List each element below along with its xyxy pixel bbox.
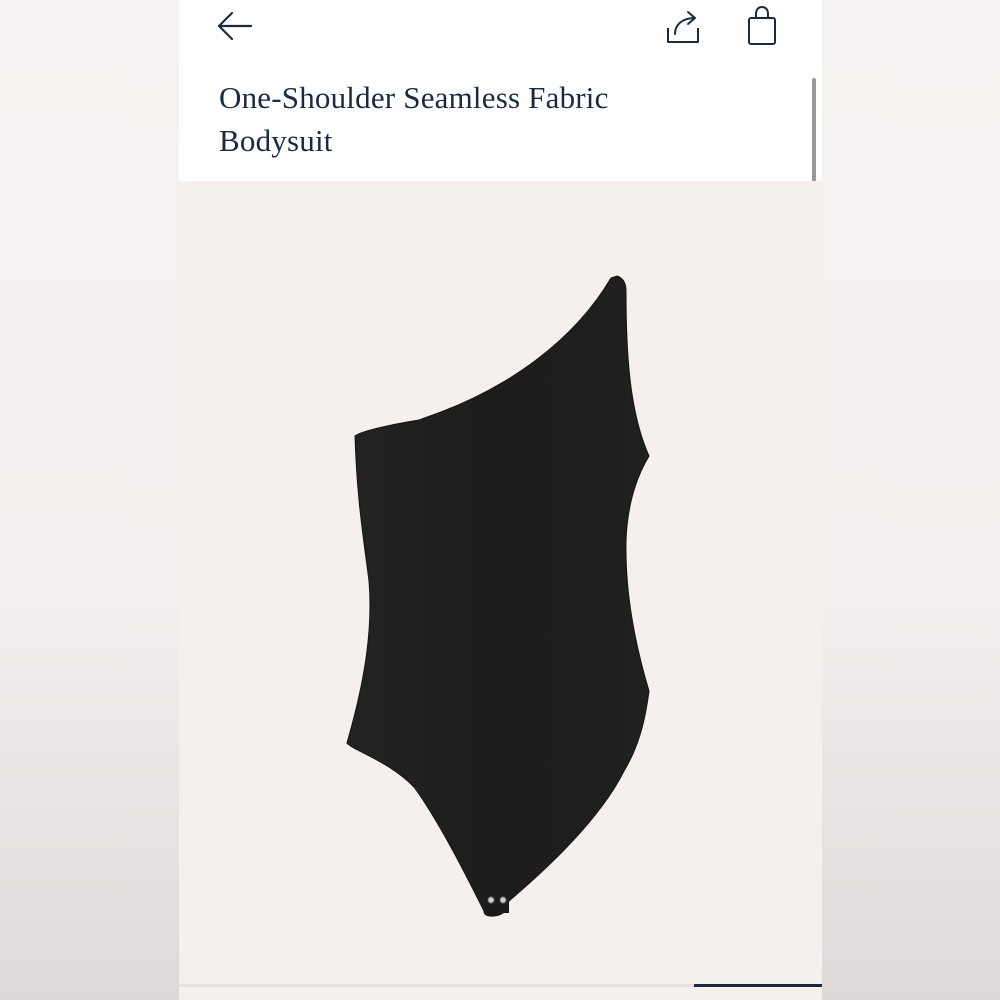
product-title: One-Shoulder Seamless Fabric Bodysuit [219, 80, 609, 158]
blurred-background-right [822, 0, 1000, 1000]
product-page: One-Shoulder Seamless Fabric Bodysuit [179, 0, 822, 1000]
share-icon[interactable] [663, 8, 703, 46]
shopping-bag-icon[interactable] [745, 4, 779, 46]
blurred-background-left [0, 0, 179, 1000]
product-image[interactable] [179, 181, 822, 1000]
carousel-indicator[interactable] [694, 984, 822, 987]
top-bar: One-Shoulder Seamless Fabric Bodysuit [179, 0, 822, 180]
bodysuit-image [346, 275, 650, 917]
arrow-left-icon[interactable] [215, 8, 255, 44]
